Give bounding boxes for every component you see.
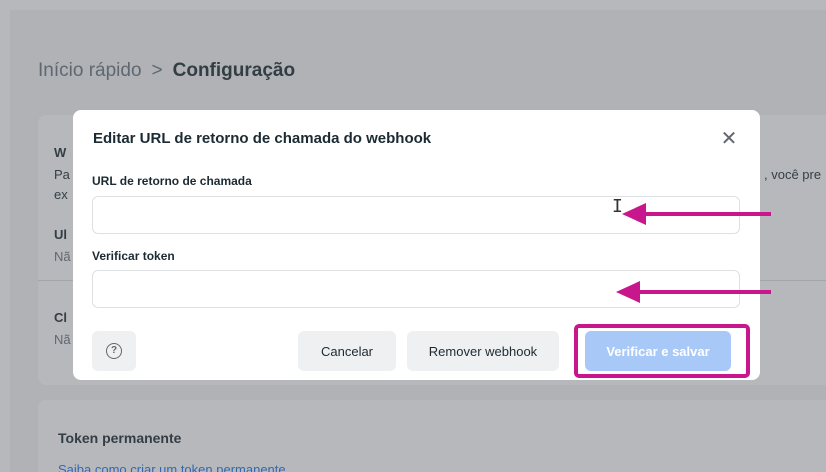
annotation-arrow-icon [616,281,771,303]
annotation-arrow-icon [622,203,771,225]
annotation-arrows [616,203,771,303]
